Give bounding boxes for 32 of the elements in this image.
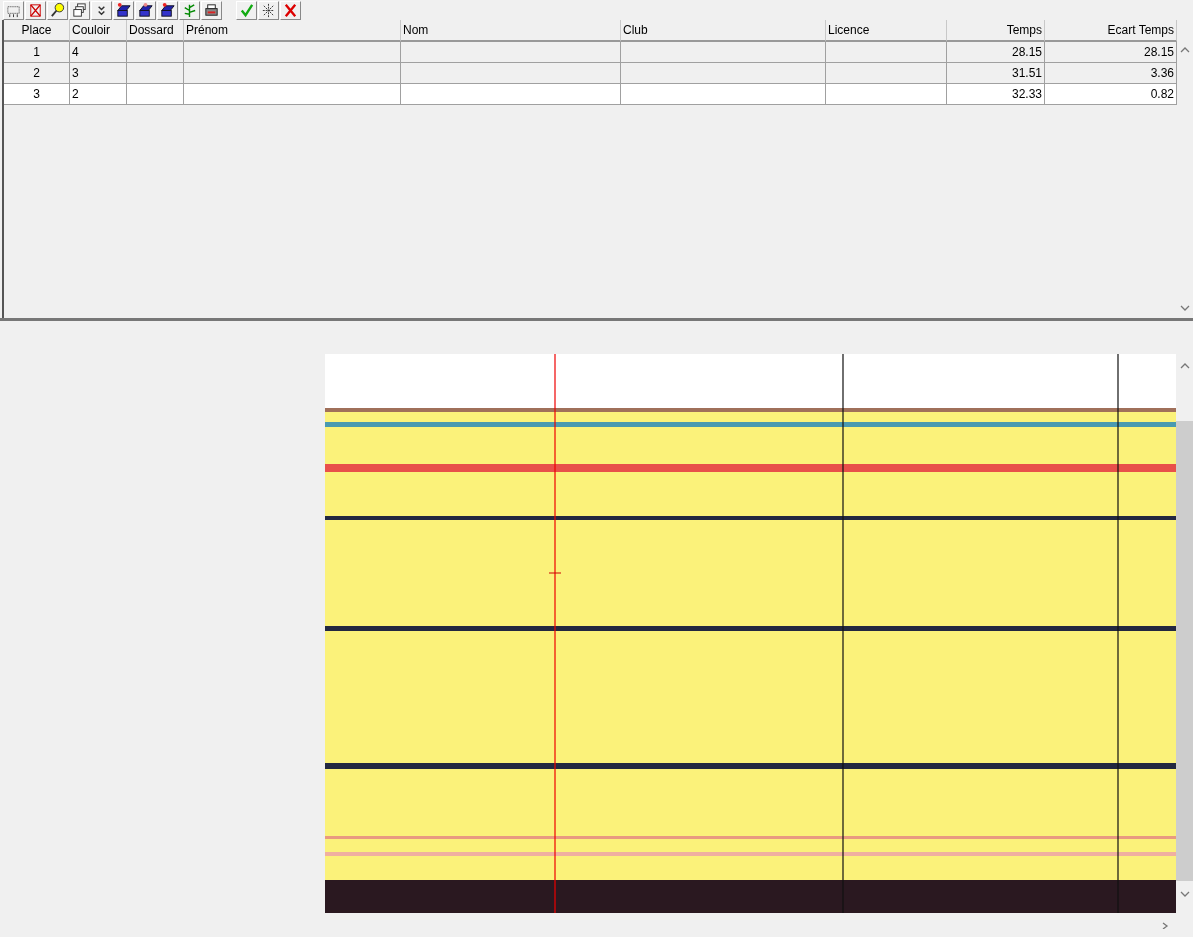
sparkle-icon: [260, 1, 277, 19]
scrollbar-thumb[interactable]: [1176, 421, 1193, 881]
table-cell: 3.36: [1045, 63, 1177, 84]
column-header[interactable]: Prénom: [184, 20, 401, 42]
column-header[interactable]: Temps: [947, 20, 1045, 42]
table-cell: 2: [4, 63, 70, 84]
table-cell: 1: [4, 42, 70, 63]
toolbar-button[interactable]: [47, 0, 68, 20]
table-cell: 2: [70, 84, 127, 105]
table-cell: 3: [4, 84, 70, 105]
column-header[interactable]: Club: [621, 20, 826, 42]
table-cell: 28.15: [1045, 42, 1177, 63]
column-header[interactable]: Couloir: [70, 20, 127, 42]
column-header[interactable]: Place: [4, 20, 70, 42]
table-cell: 31.51: [947, 63, 1045, 84]
table-cell: 28.15: [947, 42, 1045, 63]
toolbar-button[interactable]: [258, 0, 279, 20]
column-header[interactable]: Licence: [826, 20, 947, 42]
toolbar-button[interactable]: [69, 0, 90, 20]
crossed-frame-icon: [27, 1, 44, 19]
windows-icon: [71, 1, 88, 19]
column-header[interactable]: Ecart Temps: [1045, 20, 1177, 42]
check-icon: [238, 1, 255, 19]
toolbar-button[interactable]: [91, 0, 112, 20]
table-cell: 4: [70, 42, 127, 63]
cross-icon: [282, 1, 299, 19]
column-header[interactable]: Nom: [401, 20, 621, 42]
table-cell: 0.82: [1045, 84, 1177, 105]
column-header[interactable]: Dossard: [127, 20, 184, 42]
table-cell: 3: [70, 63, 127, 84]
table-cell: 32.33: [947, 84, 1045, 105]
magnifier-icon: [49, 1, 66, 19]
